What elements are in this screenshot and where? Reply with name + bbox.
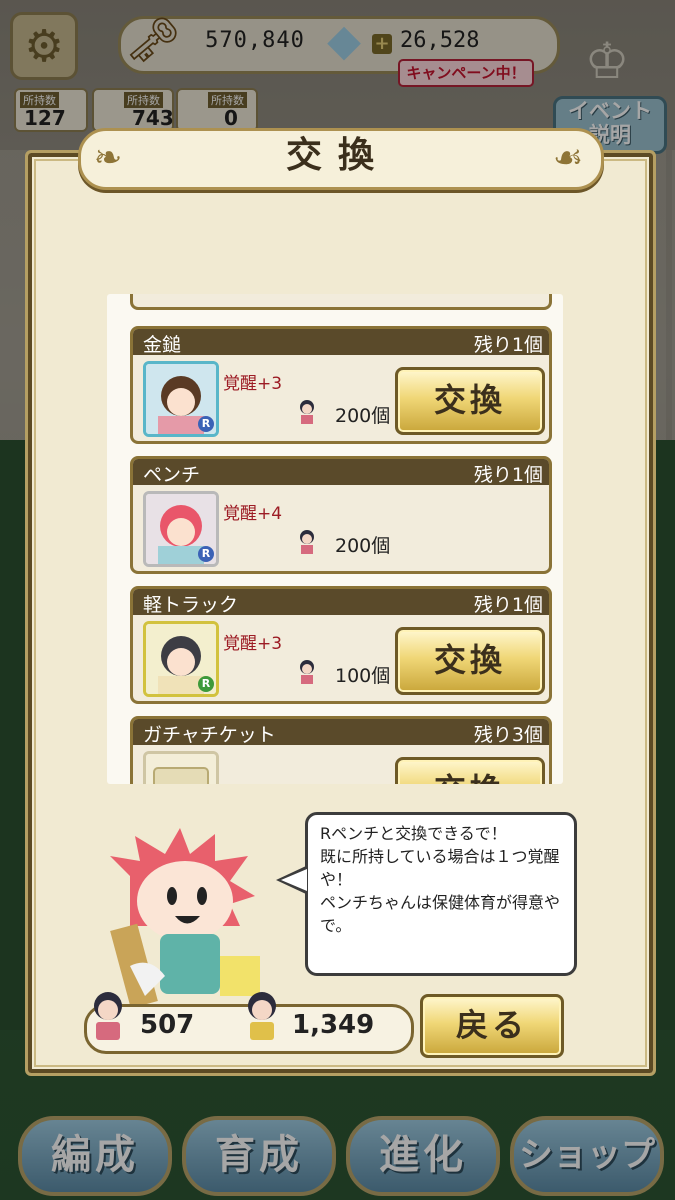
dialog-title: 交換 xyxy=(285,135,390,176)
currency-value-1: 507 xyxy=(140,1010,195,1040)
item-awaken: 覚醒+3 xyxy=(223,374,283,394)
rarity-r-icon: R xyxy=(198,546,214,562)
currency-value-2: 1,349 xyxy=(292,1010,375,1040)
item-header: 金鎚 残り1個 xyxy=(133,329,549,356)
item-header: ペンチ 残り1個 xyxy=(133,459,549,486)
item-header: ガチャチケット 残り3個 xyxy=(133,719,549,746)
rarity-r-icon: R xyxy=(198,676,214,692)
item-remaining: 残り1個 xyxy=(473,594,543,616)
item-cost: 200個 xyxy=(335,405,391,427)
item-remaining: 残り1個 xyxy=(473,464,543,486)
medal-currency-icon xyxy=(300,660,314,684)
item-remaining: 残り1個 xyxy=(473,334,543,356)
item-cost: 100個 xyxy=(335,665,391,687)
item-name: ペンチ xyxy=(143,464,201,486)
guide-character-icon xyxy=(110,828,260,1009)
exchange-button[interactable]: 交換 xyxy=(395,627,545,695)
rarity-r-icon: R xyxy=(198,416,214,432)
exchange-button[interactable]: 交換 xyxy=(395,367,545,435)
medal-currency-icon xyxy=(94,992,122,1040)
item-awaken: 覚醒+4 xyxy=(223,504,283,524)
exchange-item: 金鎚 残り1個 R 覚醒+3 200個 交換 xyxy=(130,326,552,444)
card-thumbnail[interactable]: R xyxy=(143,491,219,567)
medal-currency-icon xyxy=(300,400,314,424)
medal-currency-icon xyxy=(300,530,314,554)
exchange-item: 軽トラック 残り1個 R 覚醒+3 100個 交換 xyxy=(130,586,552,704)
back-button[interactable]: 戻る xyxy=(420,994,564,1058)
gacha-ticket-icon xyxy=(146,754,216,784)
exchange-list[interactable]: 金鎚 残り1個 R 覚醒+3 200個 交換 ペンチ 残り1個 R 覚醒+4 2… xyxy=(107,294,563,784)
item-name: 金鎚 xyxy=(143,334,182,356)
previous-item-edge xyxy=(130,294,552,310)
speech-bubble-text: Rペンチと交換できるで！ 既に所持している場合は１つ覚醒や！ ペンチちゃんは保健… xyxy=(320,824,561,935)
medal-currency-gold-icon xyxy=(248,992,276,1040)
exchange-item: ガチャチケット 残り3個 交換 xyxy=(130,716,552,784)
card-thumbnail[interactable]: R xyxy=(143,361,219,437)
exchange-item: ペンチ 残り1個 R 覚醒+4 200個 xyxy=(130,456,552,574)
item-name: ガチャチケット xyxy=(143,724,276,746)
ticket-thumbnail[interactable] xyxy=(143,751,219,784)
exchange-button[interactable]: 交換 xyxy=(395,757,545,784)
item-awaken: 覚醒+3 xyxy=(223,634,283,654)
card-thumbnail[interactable]: R xyxy=(143,621,219,697)
item-name: 軽トラック xyxy=(143,594,239,616)
item-cost: 200個 xyxy=(335,535,391,557)
item-remaining: 残り3個 xyxy=(473,724,543,746)
item-header: 軽トラック 残り1個 xyxy=(133,589,549,616)
